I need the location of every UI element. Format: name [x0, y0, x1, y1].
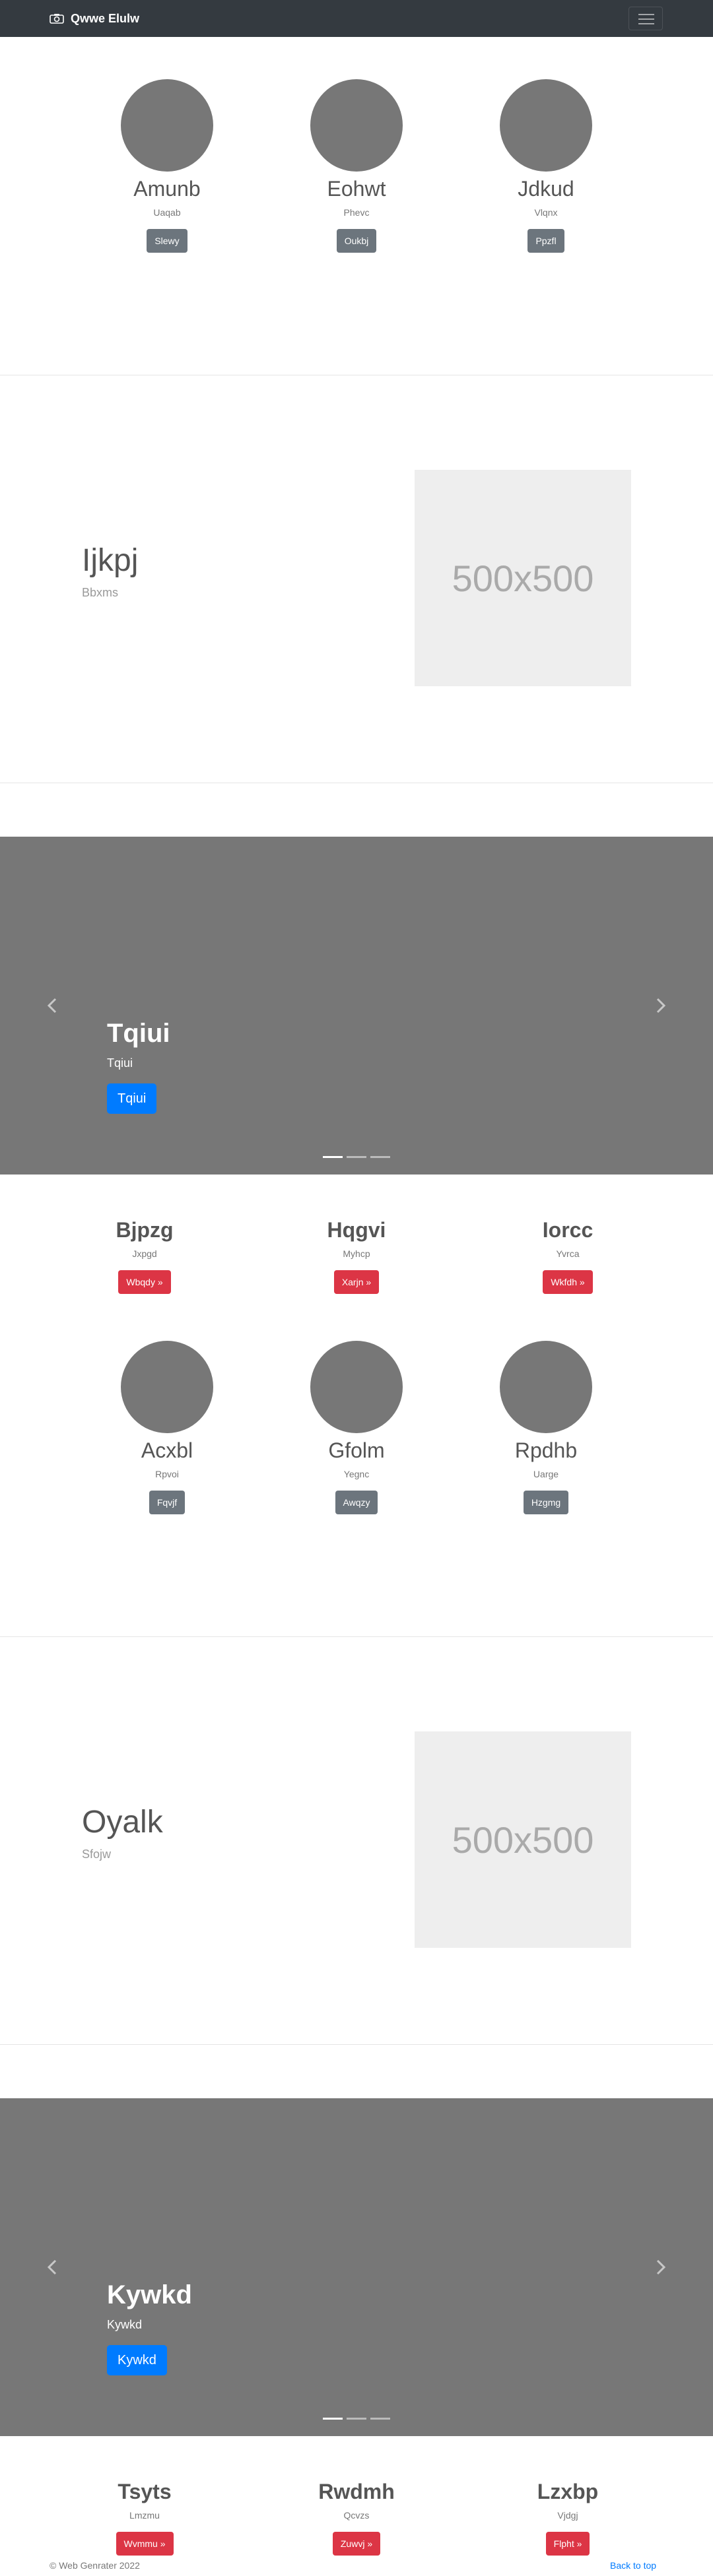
divider	[0, 1636, 713, 1637]
carousel-indicator[interactable]	[370, 2418, 390, 2420]
carousel-text: Kywkd	[107, 2318, 143, 2331]
avatar	[310, 79, 403, 172]
member-name: Acxbl	[141, 1438, 193, 1462]
hamburger-line	[638, 18, 654, 20]
carousel-indicators	[0, 2418, 713, 2420]
member-role: Uaqab	[153, 207, 181, 218]
member-button[interactable]: Fqvjf	[149, 1491, 186, 1514]
member-name: Eohwt	[327, 177, 386, 201]
avatar	[500, 79, 592, 172]
column-text: Myhcp	[343, 1248, 370, 1259]
carousel-next-icon[interactable]	[652, 2257, 668, 2278]
team-member: Jdkud Vlqnx Ppzfl	[447, 79, 645, 253]
image-size-label: 500x500	[452, 557, 594, 599]
featurette-subheading: Sfojw	[82, 1848, 112, 1861]
column-title: Iorcc	[542, 1218, 594, 1242]
column-text: Jxpgd	[132, 1248, 157, 1259]
team-member: Acxbl Rpvoi Fqvjf	[68, 1341, 266, 1514]
featurette-subheading: Bbxms	[82, 586, 119, 599]
column-button[interactable]: Wkfdh »	[543, 1270, 593, 1294]
column-text: Qcvzs	[343, 2510, 370, 2521]
column-item: Lzxbp Vjdgj Flpht »	[469, 2478, 667, 2556]
featurette-image: 500x500	[415, 1731, 631, 1948]
brand-name: Qwwe Elulw	[71, 11, 140, 25]
divider	[0, 2044, 713, 2045]
carousel-caption: Kywkd Kywkd Kywkd	[107, 2279, 192, 2375]
featurette-heading: Ijkpj	[82, 543, 139, 578]
carousel: Kywkd Kywkd Kywkd	[0, 2098, 713, 2436]
member-role: Vlqnx	[534, 207, 558, 218]
column-item: Hqgvi Myhcp Xarjn »	[257, 1217, 456, 1294]
team-member: Rpdhb Uarge Hzgmg	[447, 1341, 645, 1514]
menu-toggle-button[interactable]	[628, 7, 663, 30]
member-name: Gfolm	[328, 1438, 385, 1462]
carousel-indicator[interactable]	[323, 2418, 343, 2420]
column-button[interactable]: Zuwvj »	[332, 2532, 381, 2556]
camera-icon	[50, 14, 64, 24]
member-role: Rpvoi	[155, 1469, 179, 1479]
carousel-indicator[interactable]	[347, 2418, 366, 2420]
featurette-image: 500x500	[415, 470, 631, 686]
column-item: Rwdmh Qcvzs Zuwvj »	[257, 2478, 456, 2556]
carousel-button[interactable]: Tqiui	[107, 1083, 157, 1114]
avatar	[310, 1341, 403, 1433]
column-title: Rwdmh	[318, 2480, 395, 2503]
carousel-caption: Tqiui Tqiui Tqiui	[107, 1017, 170, 1114]
member-name: Jdkud	[518, 177, 574, 201]
member-button[interactable]: Oukbj	[336, 229, 377, 253]
member-role: Yegnc	[343, 1469, 370, 1479]
column-item: Iorcc Yvrca Wkfdh »	[469, 1217, 667, 1294]
member-button[interactable]: Hzgmg	[523, 1491, 569, 1514]
back-to-top-link[interactable]: Back to top	[610, 2559, 656, 2572]
member-name: Rpdhb	[514, 1438, 578, 1462]
carousel-indicator[interactable]	[323, 1156, 343, 1158]
carousel-prev-icon[interactable]	[45, 2257, 61, 2278]
column-item: Tsyts Lmzmu Wvmmu »	[46, 2478, 244, 2556]
member-role: Phevc	[343, 207, 370, 218]
column-button[interactable]: Flpht »	[545, 2532, 590, 2556]
carousel-title: Kywkd	[107, 2280, 192, 2309]
carousel-indicator[interactable]	[370, 1156, 390, 1158]
column-title: Lzxbp	[537, 2480, 599, 2503]
column-item: Bjpzg Jxpgd Wbqdy »	[46, 1217, 244, 1294]
member-button[interactable]: Ppzfl	[527, 229, 564, 253]
hamburger-menu-icon	[638, 14, 654, 15]
carousel-button[interactable]: Kywkd	[107, 2345, 167, 2375]
column-text: Yvrca	[556, 1248, 580, 1259]
avatar	[121, 1341, 213, 1433]
column-button[interactable]: Wbqdy »	[118, 1270, 171, 1294]
member-button[interactable]: Slewy	[147, 229, 187, 253]
team-member: Eohwt Phevc Oukbj	[257, 79, 456, 253]
column-button[interactable]: Wvmmu »	[116, 2532, 174, 2556]
carousel-prev-icon[interactable]	[45, 995, 61, 1016]
column-title: Tsyts	[118, 2480, 172, 2503]
carousel-indicators	[0, 1156, 713, 1158]
column-title: Hqgvi	[327, 1218, 386, 1242]
brand-link[interactable]: Qwwe Elulw	[50, 10, 139, 27]
member-name: Amunb	[133, 177, 201, 201]
carousel-title: Tqiui	[107, 1019, 170, 1048]
column-text: Lmzmu	[129, 2510, 160, 2521]
column-text: Vjdgj	[557, 2510, 578, 2521]
hamburger-line	[638, 23, 654, 24]
avatar	[121, 79, 213, 172]
avatar	[500, 1341, 592, 1433]
column-title: Bjpzg	[116, 1218, 174, 1242]
team-member: Amunb Uaqab Slewy	[68, 79, 266, 253]
carousel: Tqiui Tqiui Tqiui	[0, 837, 713, 1175]
carousel-next-icon[interactable]	[652, 995, 668, 1016]
footer-copyright: © Web Genrater 2022	[50, 2560, 140, 2571]
image-size-label: 500x500	[452, 1819, 594, 1861]
navbar: Qwwe Elulw	[0, 0, 713, 37]
member-role: Uarge	[533, 1469, 559, 1479]
featurette-heading: Oyalk	[82, 1805, 163, 1840]
team-member: Gfolm Yegnc Awqzy	[257, 1341, 456, 1514]
carousel-indicator[interactable]	[347, 1156, 366, 1158]
column-button[interactable]: Xarjn »	[333, 1270, 380, 1294]
member-button[interactable]: Awqzy	[335, 1491, 378, 1514]
carousel-text: Tqiui	[107, 1056, 133, 1070]
